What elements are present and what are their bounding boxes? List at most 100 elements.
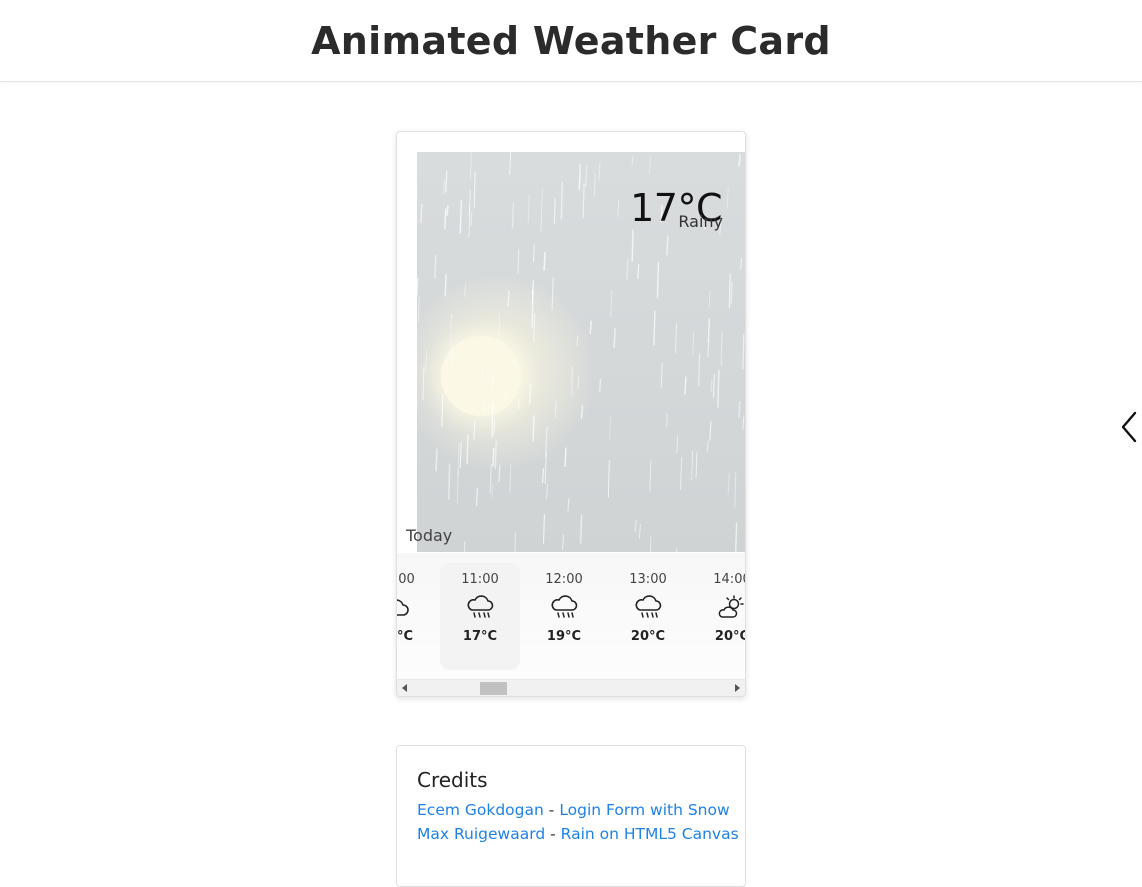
rain-drop: [639, 524, 640, 539]
rain-drop: [661, 363, 662, 388]
weather-scene: 17°C Rainy: [417, 152, 746, 552]
rain-drop: [510, 465, 511, 493]
hour-item[interactable]: 14:00 20°C: [692, 563, 745, 670]
hour-temp: 17°C: [440, 629, 520, 644]
rain-drop: [667, 236, 668, 256]
rain-drop: [505, 388, 506, 398]
rain-drop: [657, 262, 658, 298]
rain-drop: [578, 376, 579, 389]
rain-drop: [490, 464, 491, 493]
rain-drop: [447, 205, 448, 215]
rain-drop: [565, 448, 566, 467]
rain-drop: [685, 377, 686, 395]
rain-icon: [465, 593, 495, 623]
rain-drop: [492, 484, 493, 499]
rain-icon: [633, 593, 663, 623]
rain-drop: [544, 252, 545, 271]
rain-drop: [635, 520, 636, 533]
rain-drop: [471, 211, 472, 226]
hour-item[interactable]: 12:00 19°C: [524, 563, 604, 670]
rain-drop: [728, 473, 729, 495]
rain-drop: [446, 171, 447, 193]
rain-drop: [590, 321, 591, 334]
rain-drop: [681, 457, 682, 489]
rain-drop: [474, 172, 475, 208]
scroll-right-arrow-icon[interactable]: [735, 684, 740, 692]
rain-drop: [713, 374, 714, 398]
rain-drop: [632, 155, 633, 166]
rain-drop: [554, 198, 555, 224]
rain-drop: [543, 514, 544, 543]
rain-drop: [443, 179, 444, 194]
chevron-left-icon[interactable]: [1119, 410, 1141, 444]
rain-drop: [555, 401, 556, 418]
rain-drop: [608, 460, 609, 497]
credit-author-link[interactable]: Max Ruigewaard: [417, 825, 545, 843]
rain-drop: [649, 157, 650, 174]
rain-drop: [666, 413, 667, 427]
hourly-forecast[interactable]: 10:00 17°C 11:00 17°C 12:00 19°C 13:00: [397, 553, 745, 679]
page-header: Animated Weather Card: [0, 0, 1142, 82]
rain-drop: [423, 367, 424, 400]
rain-drop: [711, 379, 712, 391]
partly-sunny-icon: [717, 593, 745, 623]
scroll-left-arrow-icon[interactable]: [402, 684, 407, 692]
rain-drop: [515, 532, 516, 552]
credits-card: Credits Ecem Gokdogan - Login Form with …: [396, 745, 746, 887]
rain-drop: [610, 416, 611, 440]
rain-drop: [743, 335, 744, 369]
day-label: Today: [406, 526, 452, 545]
rain-drop: [450, 333, 451, 364]
rain-drop: [599, 162, 600, 181]
rain-drop: [676, 549, 677, 552]
credit-work-link[interactable]: Rain on HTML5 Canvas: [561, 825, 739, 843]
credit-item: Max Ruigewaard - Rain on HTML5 Canvas: [417, 825, 739, 843]
hour-time: 10:00: [397, 572, 436, 587]
hour-time: 11:00: [440, 572, 520, 587]
rain-drop: [692, 451, 693, 480]
rain-drop: [594, 173, 595, 196]
rain-drop: [693, 332, 694, 354]
rain-drop: [494, 421, 495, 435]
rain-drop: [627, 259, 628, 279]
hour-item-selected[interactable]: 11:00 17°C: [440, 563, 520, 670]
rain-drop: [445, 209, 446, 230]
horizontal-scrollbar[interactable]: [397, 679, 745, 697]
rain-drop: [577, 335, 578, 345]
hour-time: 13:00: [608, 572, 688, 587]
rain-drop: [729, 273, 730, 308]
rain-drop: [467, 435, 468, 465]
rain-drop: [552, 277, 553, 310]
rain-drop: [614, 328, 615, 349]
scrollbar-thumb[interactable]: [480, 682, 507, 695]
rain-drop: [534, 314, 535, 342]
rain-drop: [718, 370, 719, 408]
rain-drop: [483, 400, 484, 413]
rain-drop: [699, 354, 700, 386]
rain-drop: [677, 435, 678, 453]
rain-drop: [581, 515, 582, 544]
rain-drop: [650, 537, 651, 552]
rain-drop: [708, 318, 709, 342]
rain-drop: [451, 314, 452, 330]
rain-drop: [739, 401, 740, 418]
rain-drop: [707, 441, 708, 452]
rain-drop: [510, 152, 511, 175]
rain-drop: [618, 200, 619, 217]
current-condition: Rainy: [678, 212, 723, 231]
hour-item[interactable]: 13:00 20°C: [608, 563, 688, 670]
rain-drop: [709, 290, 710, 307]
rain-drop: [721, 332, 722, 366]
hour-temp: 20°C: [692, 629, 745, 644]
rain-drop: [493, 371, 494, 390]
rain-drop: [638, 264, 639, 279]
rain-drop: [442, 393, 443, 427]
rain-drop: [426, 351, 427, 373]
rain-drop: [563, 534, 564, 549]
credit-work-link[interactable]: Login Form with Snow: [559, 801, 729, 819]
rain-drop: [464, 541, 465, 552]
hour-time: 14:00: [692, 572, 745, 587]
credit-author-link[interactable]: Ecem Gokdogan: [417, 801, 544, 819]
rain-drop: [474, 422, 475, 440]
hour-item[interactable]: 10:00 17°C: [397, 563, 436, 670]
